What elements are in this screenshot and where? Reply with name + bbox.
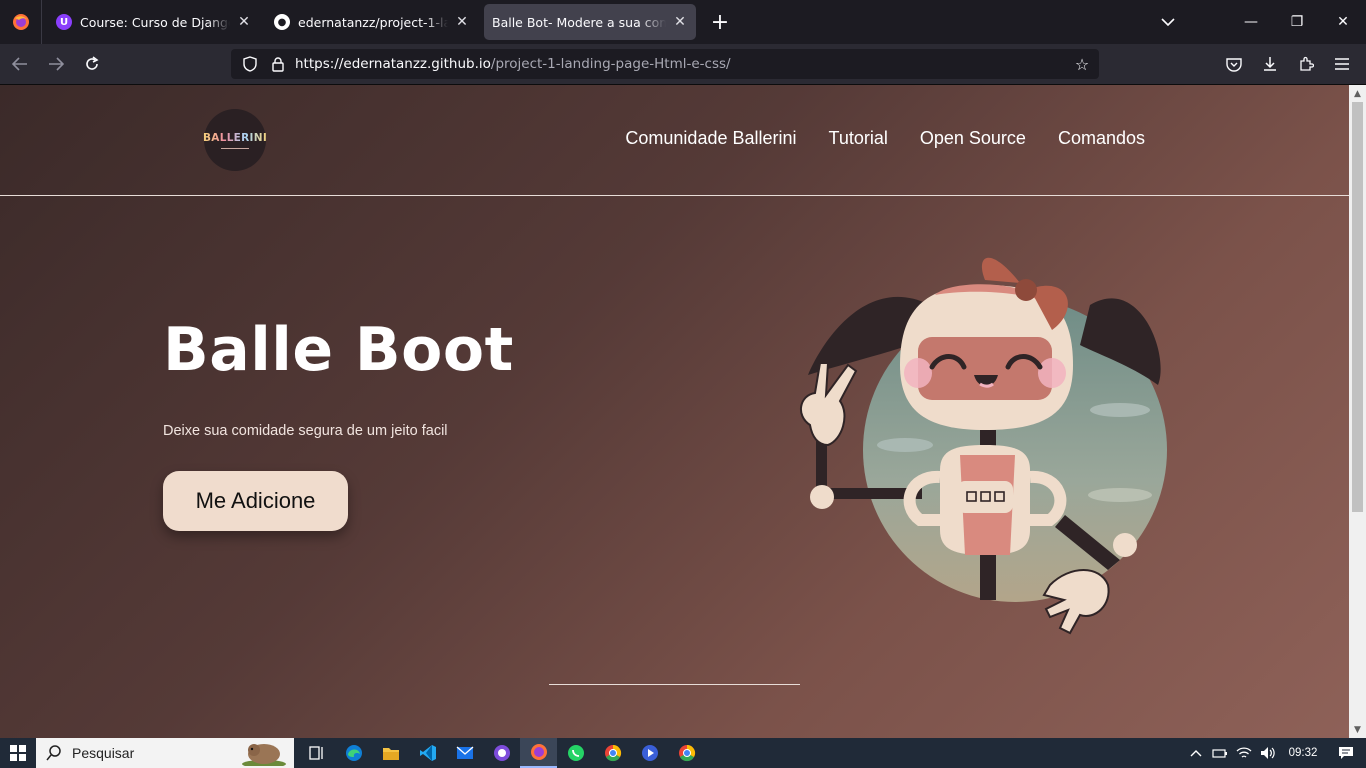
search-icon xyxy=(46,745,61,761)
forward-arrow-icon[interactable] xyxy=(40,48,72,80)
volume-icon[interactable] xyxy=(1256,746,1280,760)
edge-icon[interactable] xyxy=(335,738,372,768)
new-tab-button[interactable]: + xyxy=(704,6,736,38)
section-divider xyxy=(549,684,800,685)
file-explorer-icon[interactable] xyxy=(372,738,409,768)
tab-title: Balle Bot- Modere a sua comunidade xyxy=(492,14,666,30)
navigation-toolbar: https://edernatanzz.github.io/project-1-… xyxy=(0,44,1366,85)
notification-center-icon[interactable] xyxy=(1326,746,1366,760)
github-icon: ● xyxy=(274,14,290,30)
github-desktop-icon[interactable] xyxy=(483,738,520,768)
taskbar-clock[interactable]: 09:32 xyxy=(1280,747,1326,759)
chrome-icon[interactable] xyxy=(594,738,631,768)
hamburger-menu-icon[interactable] xyxy=(1324,48,1360,80)
media-player-icon[interactable] xyxy=(631,738,668,768)
address-bar[interactable]: https://edernatanzz.github.io/project-1-… xyxy=(231,49,1099,79)
page-scrollbar[interactable]: ▲ ▼ xyxy=(1349,85,1366,738)
nav-link-open-source[interactable]: Open Source xyxy=(920,128,1026,149)
firefox-taskbar-icon[interactable] xyxy=(520,738,557,768)
reload-icon[interactable] xyxy=(76,48,108,80)
nav-link-tutorial[interactable]: Tutorial xyxy=(829,128,888,149)
mail-icon[interactable] xyxy=(446,738,483,768)
system-tray: 09:32 xyxy=(1184,738,1366,768)
bookmark-star-icon[interactable]: ☆ xyxy=(1071,53,1093,75)
tracking-protection-shield-icon[interactable] xyxy=(239,53,261,75)
close-tab-icon[interactable]: ✕ xyxy=(672,14,688,30)
url-text[interactable]: https://edernatanzz.github.io/project-1-… xyxy=(295,56,731,72)
downloads-icon[interactable] xyxy=(1252,48,1288,80)
scroll-up-arrow-icon[interactable]: ▲ xyxy=(1349,85,1366,102)
extensions-puzzle-icon[interactable] xyxy=(1288,48,1324,80)
battery-plug-icon[interactable] xyxy=(1208,747,1232,759)
back-arrow-icon[interactable] xyxy=(4,48,36,80)
windows-start-icon[interactable] xyxy=(0,738,36,768)
web-page: BALLERINI Comunidade Ballerini Tutorial … xyxy=(0,85,1349,738)
tab-title: Course: Curso de Django Web F xyxy=(80,14,230,30)
url-host: https://edernatanzz.github.io xyxy=(295,56,491,72)
udemy-icon: U xyxy=(56,14,72,30)
chrome-profile-icon[interactable] xyxy=(668,738,705,768)
wifi-icon[interactable] xyxy=(1232,746,1256,760)
minimize-window-icon[interactable]: — xyxy=(1228,0,1274,44)
show-hidden-icons-chevron-icon[interactable] xyxy=(1184,749,1208,757)
nav-link-comunidade[interactable]: Comunidade Ballerini xyxy=(625,128,796,149)
search-placeholder: Pesquisar xyxy=(72,745,135,761)
tab-udemy-course[interactable]: U Course: Curso de Django Web F ✕ xyxy=(48,4,260,40)
pocket-icon[interactable] xyxy=(1216,48,1252,80)
add-bot-button[interactable]: Me Adicione xyxy=(163,471,348,531)
tab-title: edernatanzz/project-1-landing- xyxy=(298,14,448,30)
nav-link-comandos[interactable]: Comandos xyxy=(1058,128,1145,149)
close-tab-icon[interactable]: ✕ xyxy=(236,14,252,30)
hero-subtitle: Deixe sua comidade segura de um jeito fa… xyxy=(163,423,448,439)
site-header: BALLERINI Comunidade Ballerini Tutorial … xyxy=(0,85,1349,196)
robot-illustration xyxy=(800,257,1167,635)
search-highlight-wombat-icon xyxy=(242,744,286,766)
ballerini-logo[interactable]: BALLERINI xyxy=(202,109,268,171)
restore-window-icon[interactable]: ❐ xyxy=(1274,0,1320,44)
scrollbar-thumb[interactable] xyxy=(1352,102,1363,512)
browser-window: U Course: Curso de Django Web F ✕ ● eder… xyxy=(0,0,1366,738)
lock-icon[interactable] xyxy=(267,53,289,75)
url-path: /project-1-landing-page-Html-e-css/ xyxy=(490,56,731,72)
tab-strip: U Course: Curso de Django Web F ✕ ● eder… xyxy=(0,0,1366,44)
close-window-icon[interactable]: ✕ xyxy=(1320,0,1366,44)
whatsapp-icon[interactable] xyxy=(557,738,594,768)
list-all-tabs-chevron-icon[interactable] xyxy=(1152,6,1184,38)
tab-balle-bot[interactable]: Balle Bot- Modere a sua comunidade ✕ xyxy=(484,4,696,40)
logo-decoration xyxy=(221,147,249,149)
vscode-icon[interactable] xyxy=(409,738,446,768)
hero-title: Balle Boot xyxy=(163,315,514,385)
scroll-down-arrow-icon[interactable]: ▼ xyxy=(1349,721,1366,738)
close-tab-icon[interactable]: ✕ xyxy=(454,14,470,30)
windows-taskbar: Pesquisar 09:32 xyxy=(0,738,1366,768)
taskbar-search-box[interactable]: Pesquisar xyxy=(36,738,294,768)
task-view-icon[interactable] xyxy=(298,738,335,768)
tab-github-repo[interactable]: ● edernatanzz/project-1-landing- ✕ xyxy=(266,4,478,40)
firefox-logo-icon[interactable] xyxy=(0,0,42,44)
site-nav: Comunidade Ballerini Tutorial Open Sourc… xyxy=(625,128,1145,149)
logo-text: BALLERINI xyxy=(202,131,268,144)
